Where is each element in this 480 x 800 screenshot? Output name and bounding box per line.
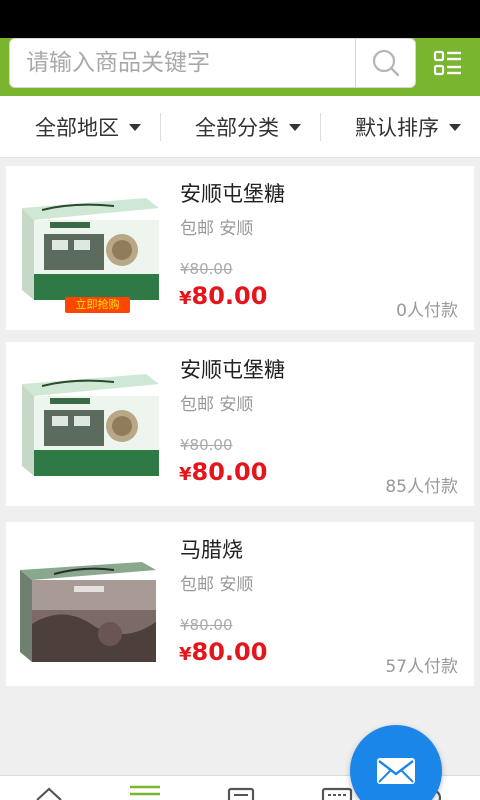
product-tags: 包邮 安顺 [180,575,254,595]
mail-icon [377,758,415,784]
product-title: 安顺屯堡糖 [180,182,285,206]
search-bar [0,38,480,96]
product-card[interactable]: 立即抢购 安顺屯堡糖 包邮 安顺 ¥80.00 ¥80.00 0人付款 [6,166,474,330]
list-icon[interactable] [128,784,162,800]
status-bar [0,0,480,38]
caret-down-icon [129,123,141,131]
filter-region[interactable]: 全部地区 [35,96,141,158]
filter-sort[interactable]: 默认排序 [355,96,461,158]
news-icon[interactable] [226,786,256,800]
filter-sort-label: 默认排序 [355,116,439,140]
original-price: ¥80.00 [180,616,233,634]
filter-category[interactable]: 全部分类 [195,96,301,158]
price-amount: 80.00 [191,458,268,486]
product-tags: 包邮 安顺 [180,395,254,415]
sold-count: 57人付款 [385,657,458,677]
product-card[interactable]: 安顺屯堡糖 包邮 安顺 ¥80.00 ¥80.00 85人付款 [6,342,474,506]
list-menu-button[interactable] [426,42,470,86]
caret-down-icon [449,123,461,131]
filter-divider [320,113,321,141]
list-menu-icon [433,50,461,76]
product-image [22,198,159,300]
product-image [22,374,159,476]
filter-bar: 全部地区 全部分类 默认排序 [0,96,480,158]
original-price: ¥80.00 [180,436,233,454]
message-fab-button[interactable] [350,725,442,800]
currency-symbol: ¥ [179,644,192,665]
current-price: ¥80.00 [179,282,267,310]
price-amount: 80.00 [191,638,268,666]
keyboard-icon[interactable] [320,786,354,800]
product-title: 马腊烧 [180,538,243,562]
current-price: ¥80.00 [179,638,267,666]
sold-count: 85人付款 [385,477,458,497]
currency-symbol: ¥ [179,288,192,309]
filter-region-label: 全部地区 [35,116,119,140]
current-price: ¥80.00 [179,458,267,486]
search-button[interactable] [356,39,416,87]
currency-symbol: ¥ [179,464,192,485]
price-amount: 80.00 [191,282,268,310]
product-title: 安顺屯堡糖 [180,358,285,382]
sold-count: 0人付款 [396,301,458,321]
original-price: ¥80.00 [180,260,233,278]
search-icon [372,49,400,77]
filter-category-label: 全部分类 [195,116,279,140]
product-card[interactable]: 马腊烧 包邮 安顺 ¥80.00 ¥80.00 57人付款 [6,522,474,686]
filter-divider [160,113,161,141]
search-input[interactable] [26,39,346,87]
search-box [9,38,416,88]
home-icon[interactable] [34,786,64,800]
product-tags: 包邮 安顺 [180,219,254,239]
buy-now-badge[interactable]: 立即抢购 [65,297,130,313]
caret-down-icon [289,123,301,131]
product-image [20,562,156,662]
